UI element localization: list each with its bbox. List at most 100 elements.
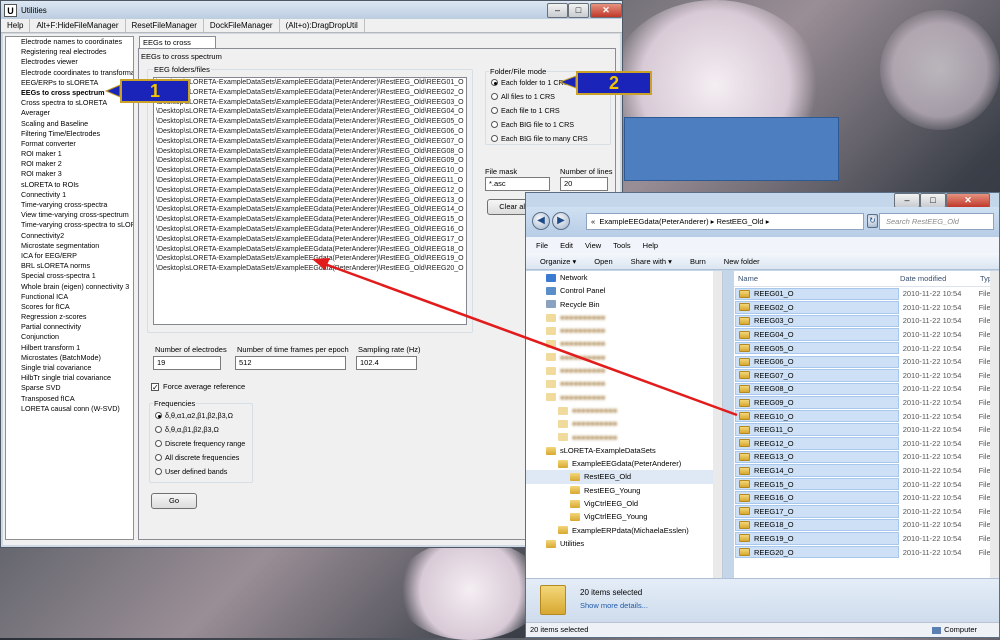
tree-item[interactable]: Recycle Bin	[526, 298, 722, 311]
utility-item[interactable]: Transposed fICA	[6, 394, 133, 404]
address-bar[interactable]: « ExampleEEGdata(PeterAnderer) ▸ RestEEG…	[586, 213, 864, 230]
table-row[interactable]: REEG18_O 2010-11-22 10:54 File fo	[734, 518, 999, 532]
table-row[interactable]: REEG20_O 2010-11-22 10:54 File fo	[734, 545, 999, 559]
utility-item[interactable]: LORETA causal conn (W-SVD)	[6, 404, 133, 414]
breadcrumb-exampleeegdata[interactable]: ExampleEEGdata(PeterAnderer)	[599, 217, 708, 226]
list-scrollbar[interactable]	[990, 271, 999, 578]
frequency-option[interactable]: All discrete frequencies	[155, 453, 239, 462]
file-path-row[interactable]: \Desktop\sLORETA-ExampleDataSets\Example…	[154, 264, 466, 274]
utility-item[interactable]: ICA for EEG/ERP	[6, 251, 133, 261]
table-row[interactable]: REEG16_O 2010-11-22 10:54 File fo	[734, 491, 999, 505]
utility-item[interactable]: Regression z-scores	[6, 312, 133, 322]
utility-item[interactable]: Microstates (BatchMode)	[6, 353, 133, 363]
show-more-details-link[interactable]: Show more details...	[580, 601, 648, 610]
maximize-button[interactable]: □	[568, 3, 589, 18]
toolbar-button[interactable]: Share with ▾	[631, 257, 672, 266]
utility-item[interactable]: sLORETA to ROIs	[6, 180, 133, 190]
file-path-row[interactable]: \Desktop\sLORETA-ExampleDataSets\Example…	[154, 127, 466, 137]
utility-item[interactable]: Sparse SVD	[6, 383, 133, 393]
folder-mode-option[interactable]: Each file to 1 CRS	[491, 106, 560, 115]
utility-item[interactable]: Electrode names to coordinates	[6, 37, 133, 47]
utility-item[interactable]: Electrode coordinates to transforma	[6, 68, 133, 78]
utility-item[interactable]: Filtering Time/Electrodes	[6, 129, 133, 139]
utility-item[interactable]: Connectivity 1	[6, 190, 133, 200]
folder-mode-option[interactable]: Each BIG file to many CRS	[491, 134, 588, 143]
toolbar-button[interactable]: Open	[594, 257, 612, 266]
file-path-row[interactable]: \Desktop\sLORETA-ExampleDataSets\Example…	[154, 88, 466, 98]
folder-mode-option[interactable]: All files to 1 CRS	[491, 92, 555, 101]
tree-item[interactable]: RestEEG_Old	[526, 470, 722, 484]
frequency-option[interactable]: Discrete frequency range	[155, 439, 245, 448]
close-button[interactable]: ✕	[590, 3, 622, 18]
menu-item[interactable]: Help	[1, 19, 31, 32]
tree-item[interactable]: Control Panel	[526, 284, 722, 297]
table-row[interactable]: REEG03_O 2010-11-22 10:54 File fo	[734, 314, 999, 328]
tree-item[interactable]: RestEEG_Young	[526, 484, 722, 497]
table-row[interactable]: REEG05_O 2010-11-22 10:54 File fo	[734, 341, 999, 355]
frequency-option[interactable]: User defined bands	[155, 467, 227, 476]
forward-icon[interactable]: ▶	[552, 212, 570, 230]
go-button[interactable]: Go	[151, 493, 197, 509]
file-path-row[interactable]: \Desktop\sLORETA-ExampleDataSets\Example…	[154, 107, 466, 117]
breadcrumb-resteeg-old[interactable]: RestEEG_Old	[717, 217, 764, 226]
navigation-pane[interactable]: Network Control Panel Recycle Bin ■■■■■■■■■…	[526, 271, 723, 578]
tree-item[interactable]: Utilities	[526, 537, 722, 550]
utility-item[interactable]: Scores for fICA	[6, 302, 133, 312]
utility-list[interactable]: Electrode names to coordinates Registerin…	[5, 36, 134, 540]
tree-scrollbar[interactable]	[713, 271, 722, 578]
utility-item[interactable]: Cross spectra to sLORETA	[6, 98, 133, 108]
utility-item[interactable]: Scaling and Baseline	[6, 119, 133, 129]
force-average-checkbox[interactable]: ✓ Force average reference	[151, 382, 245, 391]
menu-item[interactable]: (Alt+o):DragDropUtil	[280, 19, 365, 32]
file-path-row[interactable]: \Desktop\sLORETA-ExampleDataSets\Example…	[154, 186, 466, 196]
file-path-row[interactable]: \Desktop\sLORETA-ExampleDataSets\Example…	[154, 205, 466, 215]
tab-eegs-to-cross-spectrum[interactable]: EEGs to cross spectrum	[139, 36, 216, 58]
column-name[interactable]: Name	[734, 274, 900, 283]
tree-item[interactable]: VigCtrlEEG_Young	[526, 510, 722, 523]
table-row[interactable]: REEG17_O 2010-11-22 10:54 File fo	[734, 505, 999, 519]
table-row[interactable]: REEG15_O 2010-11-22 10:54 File fo	[734, 477, 999, 491]
back-icon[interactable]: ◀	[532, 212, 550, 230]
table-row[interactable]: REEG02_O 2010-11-22 10:54 File fo	[734, 301, 999, 315]
file-path-row[interactable]: \Desktop\sLORETA-ExampleDataSets\Example…	[154, 98, 466, 108]
utility-item[interactable]: Special cross-spectra 1	[6, 271, 133, 281]
file-path-row[interactable]: \Desktop\sLORETA-ExampleDataSets\Example…	[154, 225, 466, 235]
folder-mode-option[interactable]: Each BIG file to 1 CRS	[491, 120, 574, 129]
tree-item[interactable]: Network	[526, 271, 722, 284]
file-path-row[interactable]: \Desktop\sLORETA-ExampleDataSets\Example…	[154, 137, 466, 147]
file-path-row[interactable]: \Desktop\sLORETA-ExampleDataSets\Example…	[154, 166, 466, 176]
toolbar-button[interactable]: New folder	[724, 257, 760, 266]
file-path-row[interactable]: \Desktop\sLORETA-ExampleDataSets\Example…	[154, 147, 466, 157]
file-path-row[interactable]: \Desktop\sLORETA-ExampleDataSets\Example…	[154, 156, 466, 166]
file-path-row[interactable]: \Desktop\sLORETA-ExampleDataSets\Example…	[154, 117, 466, 127]
utility-item[interactable]: ROI maker 1	[6, 149, 133, 159]
close-button[interactable]: ✕	[946, 193, 990, 208]
table-row[interactable]: REEG11_O 2010-11-22 10:54 File fo	[734, 423, 999, 437]
file-list[interactable]: \Desktop\sLORETA-ExampleDataSets\Example…	[153, 77, 467, 325]
explorer-menu-item[interactable]: View	[585, 241, 601, 250]
utility-item[interactable]: EEGs to cross spectrum	[6, 88, 133, 98]
table-row[interactable]: REEG14_O 2010-11-22 10:54 File fo	[734, 464, 999, 478]
toolbar-button[interactable]: Burn	[690, 257, 706, 266]
utility-item[interactable]: Hilbert transform 1	[6, 343, 133, 353]
menu-item[interactable]: Alt+F:HideFileManager	[30, 19, 126, 32]
utility-item[interactable]: ROI maker 3	[6, 169, 133, 179]
tree-item[interactable]: ExampleEEGdata(PeterAnderer)	[526, 457, 722, 470]
sampling-rate-input[interactable]: 102.4	[356, 356, 417, 370]
utility-item[interactable]: Electrodes viewer	[6, 57, 133, 67]
explorer-menu-item[interactable]: Tools	[613, 241, 631, 250]
utility-item[interactable]: Functional ICA	[6, 292, 133, 302]
file-path-row[interactable]: \Desktop\sLORETA-ExampleDataSets\Example…	[154, 78, 466, 88]
file-path-row[interactable]: \Desktop\sLORETA-ExampleDataSets\Example…	[154, 215, 466, 225]
tree-item[interactable]: ExampleERPdata(MichaelaEsslen)	[526, 524, 722, 537]
tree-item[interactable]: VigCtrlEEG_Old	[526, 497, 722, 510]
utility-item[interactable]: Time-varying cross-spectra	[6, 200, 133, 210]
utility-item[interactable]: Averager	[6, 108, 133, 118]
explorer-menu-item[interactable]: Help	[643, 241, 658, 250]
utility-item[interactable]: Connectivity2	[6, 231, 133, 241]
toolbar-button[interactable]: Organize ▾	[540, 257, 576, 266]
explorer-menu-item[interactable]: File	[536, 241, 548, 250]
menu-item[interactable]: DockFileManager	[204, 19, 280, 32]
frequency-option[interactable]: δ,θ,α1,α2,β1,β2,β3,Ω	[155, 411, 233, 420]
table-row[interactable]: REEG08_O 2010-11-22 10:54 File fo	[734, 382, 999, 396]
